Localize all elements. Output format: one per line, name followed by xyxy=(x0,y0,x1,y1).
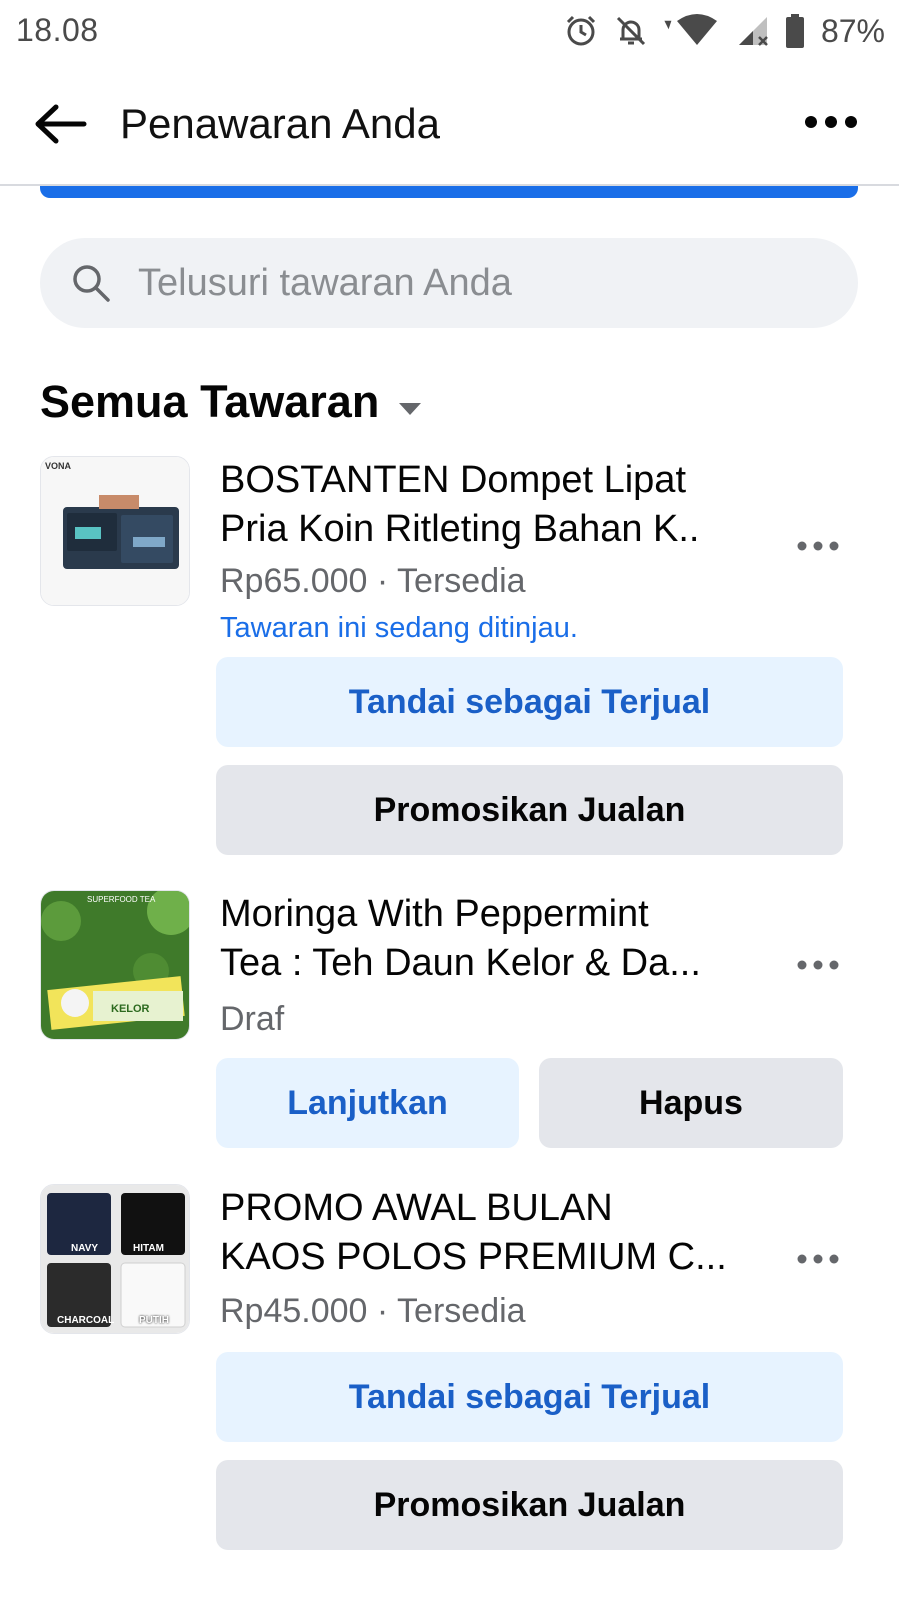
listing-price-status: Rp65.000 · Tersedia xyxy=(220,562,526,600)
listing-thumbnail[interactable]: SUPERFOOD TEA KELOR xyxy=(40,890,190,1040)
mark-as-sold-button[interactable]: Tandai sebagai Terjual xyxy=(216,657,843,747)
listing-title[interactable]: BOSTANTEN Dompet Lipat Pria Koin Ritleti… xyxy=(220,456,760,554)
thumbnail-caption: SUPERFOOD TEA xyxy=(87,895,156,904)
more-options-icon xyxy=(797,1251,839,1269)
listing-more-button[interactable] xyxy=(790,951,846,981)
listing-title-line1: Moringa With Peppermint xyxy=(220,893,649,935)
search-input[interactable] xyxy=(138,252,828,314)
mute-icon xyxy=(613,13,649,49)
scroll-edge-banner xyxy=(40,186,858,198)
listing-item[interactable]: VONA BOSTANTEN Dompet Lipat Pria Koin Ri… xyxy=(40,456,860,856)
listing-title-line1: PROMO AWAL BULAN xyxy=(220,1187,613,1229)
promote-listing-button[interactable]: Promosikan Jualan xyxy=(216,1460,843,1550)
back-button[interactable] xyxy=(30,96,90,156)
status-time: 18.08 xyxy=(16,12,99,48)
listing-item[interactable]: SUPERFOOD TEA KELOR Moringa With Pepperm… xyxy=(40,890,860,1150)
search-icon xyxy=(70,262,112,309)
signal-icon xyxy=(737,13,771,49)
more-options-button[interactable] xyxy=(799,106,863,142)
battery-icon xyxy=(785,13,805,49)
listing-title-line1: BOSTANTEN Dompet Lipat xyxy=(220,459,687,501)
alarm-icon xyxy=(563,13,599,49)
battery-percentage: 87% xyxy=(820,12,885,49)
status-icons: 87% xyxy=(563,10,885,52)
more-options-icon xyxy=(797,957,839,975)
listing-more-button[interactable] xyxy=(790,532,846,562)
section-title: Semua Tawaran xyxy=(40,376,380,427)
thumbnail-brand: KELOR xyxy=(111,1003,150,1015)
listing-thumbnail[interactable]: VONA xyxy=(40,456,190,606)
listing-title[interactable]: PROMO AWAL BULAN KAOS POLOS PREMIUM C... xyxy=(220,1184,760,1282)
thumbnail-label-charcoal: CHARCOAL xyxy=(57,1315,115,1326)
chevron-down-icon xyxy=(397,376,423,428)
continue-button[interactable]: Lanjutkan xyxy=(216,1058,519,1148)
listing-thumbnail[interactable]: NAVY HITAM CHARCOAL PUTIH xyxy=(40,1184,190,1334)
back-arrow-icon xyxy=(32,102,88,151)
listing-title-line2: KAOS POLOS PREMIUM C... xyxy=(220,1236,727,1278)
wifi-icon xyxy=(663,13,723,49)
thumbnail-brand: VONA xyxy=(45,461,72,471)
listing-more-button[interactable] xyxy=(790,1245,846,1275)
mark-as-sold-button[interactable]: Tandai sebagai Terjual xyxy=(216,1352,843,1442)
thumbnail-label-white: PUTIH xyxy=(139,1315,169,1326)
listing-price-status: Rp45.000 · Tersedia xyxy=(220,1292,526,1330)
listing-title-line2: Tea : Teh Daun Kelor & Da... xyxy=(220,942,701,984)
more-options-icon xyxy=(797,538,839,556)
status-bar: 18.08 87% xyxy=(0,0,899,62)
more-options-icon xyxy=(804,115,858,134)
promote-listing-button[interactable]: Promosikan Jualan xyxy=(216,765,843,855)
thumbnail-label-black: HITAM xyxy=(133,1243,164,1254)
listing-status: Draf xyxy=(220,1000,285,1038)
section-filter-dropdown[interactable]: Semua Tawaran xyxy=(40,376,423,428)
listing-item[interactable]: NAVY HITAM CHARCOAL PUTIH PROMO AWAL BUL… xyxy=(40,1184,860,1584)
delete-button[interactable]: Hapus xyxy=(539,1058,843,1148)
page-title: Penawaran Anda xyxy=(120,100,440,147)
listing-title-line2: Pria Koin Ritleting Bahan K.. xyxy=(220,508,700,550)
thumbnail-label-navy: NAVY xyxy=(71,1243,99,1254)
search-bar[interactable] xyxy=(40,238,858,328)
app-bar: Penawaran Anda xyxy=(0,62,899,186)
review-notice: Tawaran ini sedang ditinjau. xyxy=(220,612,578,644)
listing-title[interactable]: Moringa With Peppermint Tea : Teh Daun K… xyxy=(220,890,760,988)
